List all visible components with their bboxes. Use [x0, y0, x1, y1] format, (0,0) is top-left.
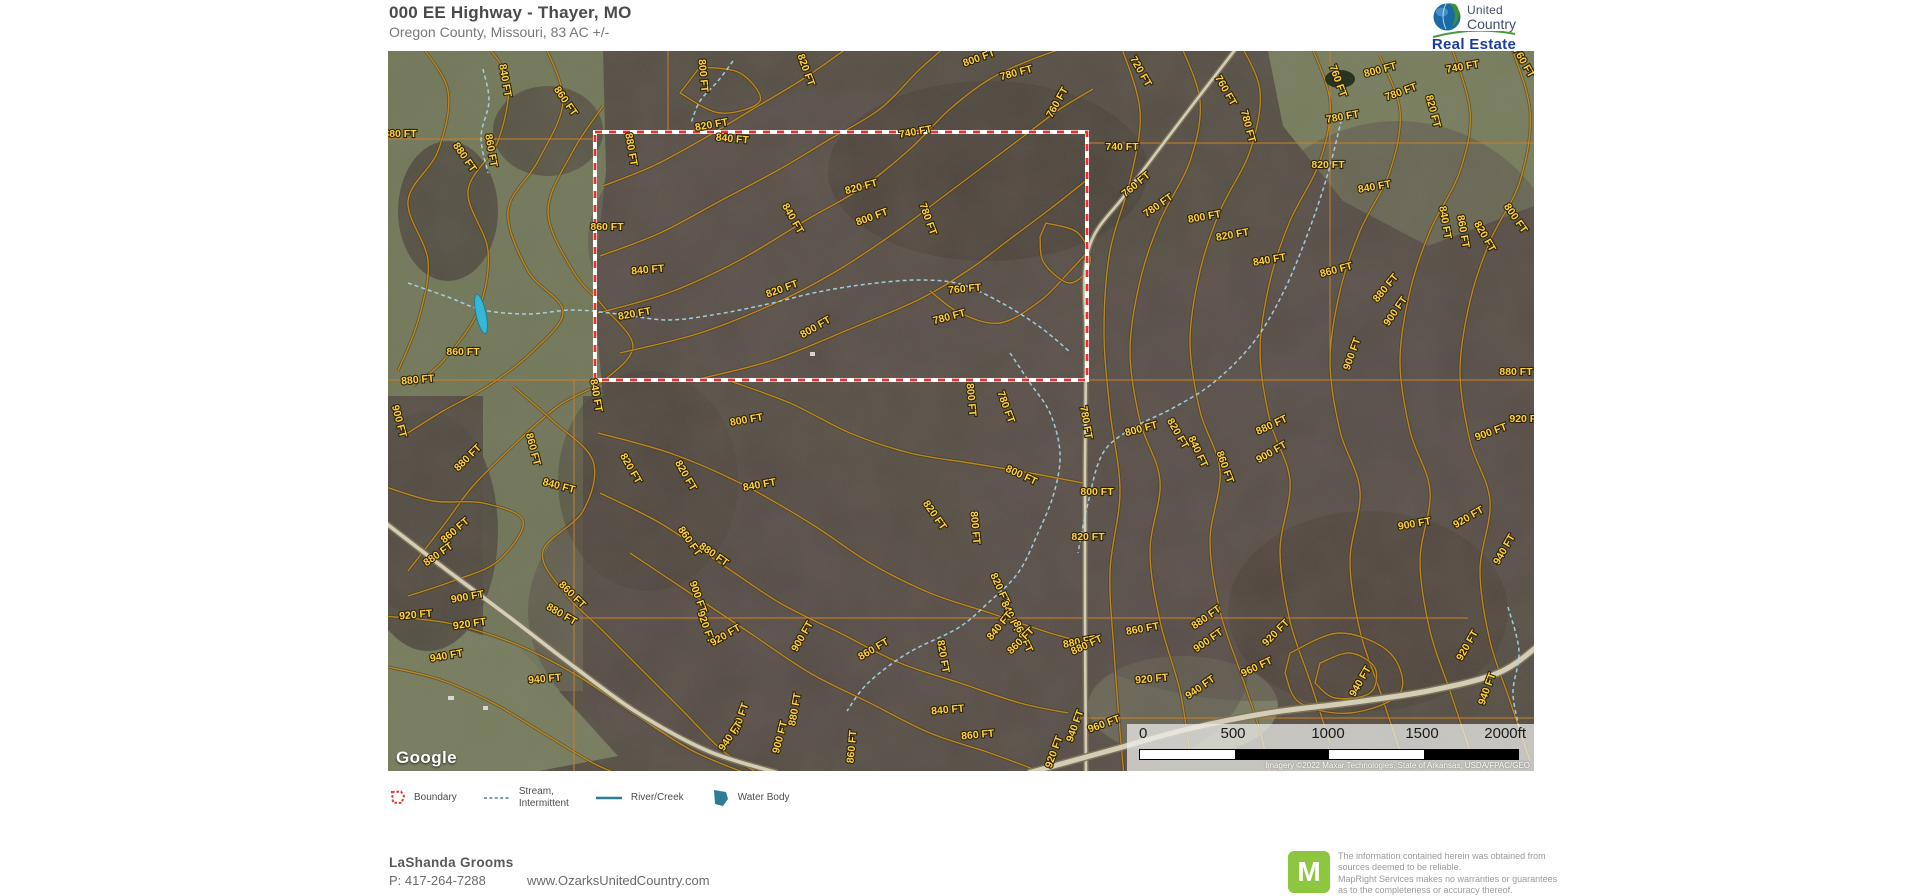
scale-tick-500: 500	[1220, 725, 1245, 742]
contour-label: 820 FT	[1071, 531, 1105, 543]
contour-label: 860 FT	[590, 221, 624, 233]
scale-segment	[1140, 750, 1235, 759]
map-canvas[interactable]: 840 FT860 FT860 FT880 FT880 FT860 FT880 …	[388, 51, 1534, 771]
legend-item-boundary: Boundary	[389, 790, 457, 805]
water-body-icon	[710, 789, 730, 807]
contour-label: 860 FT	[446, 346, 480, 358]
scale-tick-2000: 2000ft	[1484, 725, 1526, 742]
legend-label: River/Creek	[631, 792, 684, 804]
contour-label: 880 FT	[388, 128, 417, 140]
disclaimer-line: MapRight Services makes no warranties or…	[1338, 874, 1557, 885]
globe-icon	[1432, 1, 1464, 33]
google-logo[interactable]: Google	[396, 748, 457, 768]
contour-label: 920 FT	[1509, 413, 1534, 425]
mapright-logo: M	[1288, 851, 1330, 893]
boundary-icon	[389, 790, 406, 805]
scale-bar-segments	[1139, 749, 1519, 760]
disclaimer-block: M The information contained herein was o…	[1288, 851, 1557, 896]
page: 000 EE Highway - Thayer, MO Oregon Count…	[0, 0, 1920, 894]
logo-united-text: United	[1467, 4, 1516, 16]
legend-item-waterbody: Water Body	[710, 789, 790, 807]
contour-label: 880 FT	[1499, 366, 1533, 378]
agent-name: LaShanda Grooms	[389, 855, 514, 870]
disclaimer-line: as to the completeness or accuracy there…	[1338, 885, 1557, 896]
page-subtitle: Oregon County, Missouri, 83 AC +/-	[389, 24, 609, 40]
legend-label: Water Body	[738, 792, 790, 804]
scale-tick-1500: 1500	[1405, 725, 1438, 742]
stream-icon	[483, 795, 511, 801]
legend: Boundary Stream, Intermittent River/Cree…	[389, 786, 790, 809]
river-icon	[595, 795, 623, 801]
contour-label: 820 FT	[1311, 159, 1345, 171]
scale-tick-0: 0	[1139, 725, 1147, 742]
contour-label: 740 FT	[1105, 141, 1139, 153]
legend-item-river: River/Creek	[595, 792, 684, 804]
page-title: 000 EE Highway - Thayer, MO	[389, 3, 632, 23]
united-country-logo: United Country Real Estate	[1416, 1, 1532, 53]
scale-segment	[1235, 750, 1330, 759]
legend-label: Boundary	[414, 792, 457, 804]
agent-phone: P: 417-264-7288	[389, 873, 486, 888]
legend-item-stream: Stream, Intermittent	[483, 786, 569, 809]
scale-bar: 0 500 1000 1500 2000ft Imagery ©2022 Max…	[1127, 724, 1534, 771]
logo-country-text: Country	[1467, 17, 1516, 31]
agent-website: www.OzarksUnitedCountry.com	[527, 873, 710, 888]
map-attribution: Imagery ©2022 Maxar Technologies, State …	[1265, 761, 1530, 770]
map-svg: 840 FT860 FT860 FT880 FT880 FT860 FT880 …	[388, 51, 1534, 771]
scale-tick-1000: 1000	[1311, 725, 1344, 742]
contour-label: 800 FT	[1080, 486, 1114, 498]
disclaimer-text: The information contained herein was obt…	[1338, 851, 1557, 896]
legend-label: Stream, Intermittent	[519, 786, 569, 809]
scale-segment	[1424, 750, 1519, 759]
disclaimer-line: The information contained herein was obt…	[1338, 851, 1557, 862]
scale-segment	[1329, 750, 1424, 759]
disclaimer-line: sources deemed to be reliable.	[1338, 862, 1557, 873]
